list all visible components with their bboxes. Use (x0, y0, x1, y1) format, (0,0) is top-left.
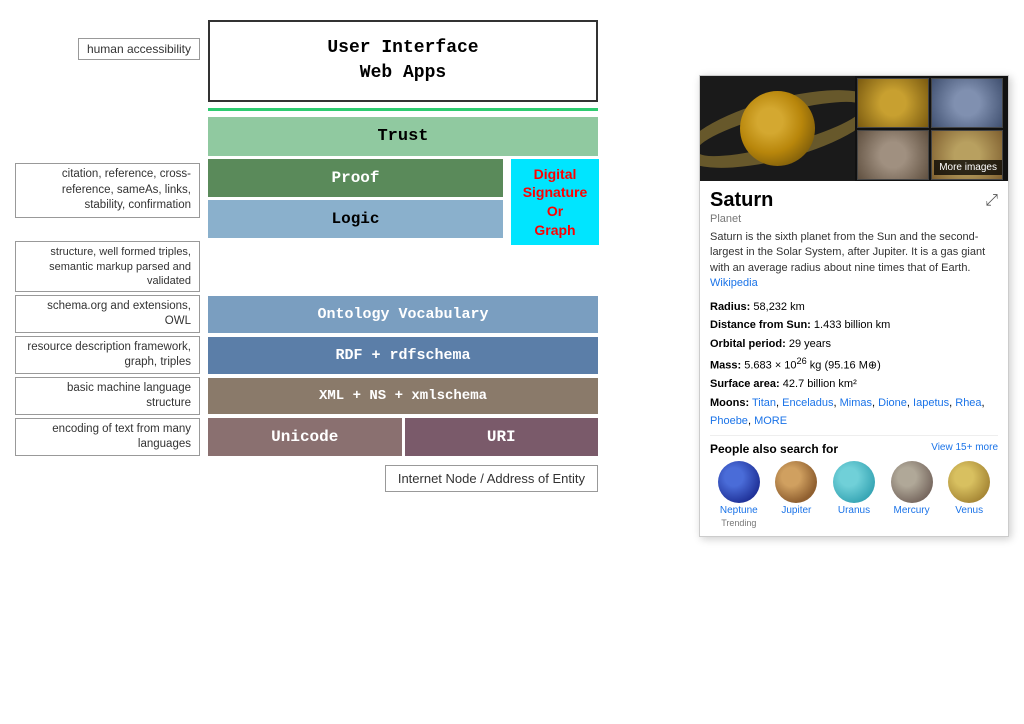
structure-label: structure, well formed triples, semantic… (15, 241, 200, 292)
resource-label: resource description framework, graph, t… (15, 336, 200, 374)
planet-venus[interactable]: Venus (948, 461, 990, 528)
saturn-subtitle: Planet (710, 213, 998, 225)
citation-label: citation, reference, cross- reference, s… (15, 163, 200, 218)
view-more-link[interactable]: View 15+ more (931, 442, 998, 456)
planet-uranus[interactable]: Uranus (833, 461, 875, 528)
saturn-panel: More images Saturn ⤢ Planet Saturn is th… (699, 75, 1009, 537)
encoding-label: encoding of text from many languages (15, 418, 200, 456)
layer-xml: XML + NS + xmlschema (208, 378, 598, 414)
layer-rdf: RDF + rdfschema (208, 337, 598, 374)
saturn-stats: Radius: 58,232 km Distance from Sun: 1.4… (710, 298, 998, 431)
planet-mercury[interactable]: Mercury (891, 461, 933, 528)
saturn-images-header: More images (700, 76, 1008, 181)
green-separator (208, 108, 598, 111)
digital-signature-box: Digital Signature Or Graph (511, 159, 599, 245)
planet-jupiter[interactable]: Jupiter (775, 461, 817, 528)
schemaorg-label: schema.org and extensions, OWL (15, 295, 200, 333)
layer-unicode: Unicode (208, 418, 402, 456)
saturn-description: Saturn is the sixth planet from the Sun … (710, 230, 998, 292)
layer-trust: Trust (208, 117, 598, 156)
basic-machine-label: basic machine language structure (15, 377, 200, 415)
layer-proof: Proof (208, 159, 503, 197)
layer-ontology: Ontology Vocabulary (208, 296, 598, 333)
layer-uri: URI (405, 418, 599, 456)
people-search-title: People also search for (710, 442, 838, 456)
ui-box: User Interface Web Apps (208, 20, 598, 102)
titan-link[interactable]: Titan (752, 397, 776, 409)
layer-logic: Logic (208, 200, 503, 238)
internet-node-label: Internet Node / Address of Entity (385, 465, 598, 492)
saturn-main-image (700, 76, 855, 181)
share-icon[interactable]: ⤢ (985, 192, 998, 210)
people-also-search: People also search for View 15+ more Nep… (710, 435, 998, 528)
saturn-title: Saturn (710, 189, 773, 212)
wiki-link[interactable]: Wikipedia (710, 277, 758, 289)
human-accessibility-label: human accessibility (78, 38, 200, 60)
more-images-label[interactable]: More images (934, 160, 1002, 175)
planet-neptune[interactable]: Neptune Trending (718, 461, 760, 528)
